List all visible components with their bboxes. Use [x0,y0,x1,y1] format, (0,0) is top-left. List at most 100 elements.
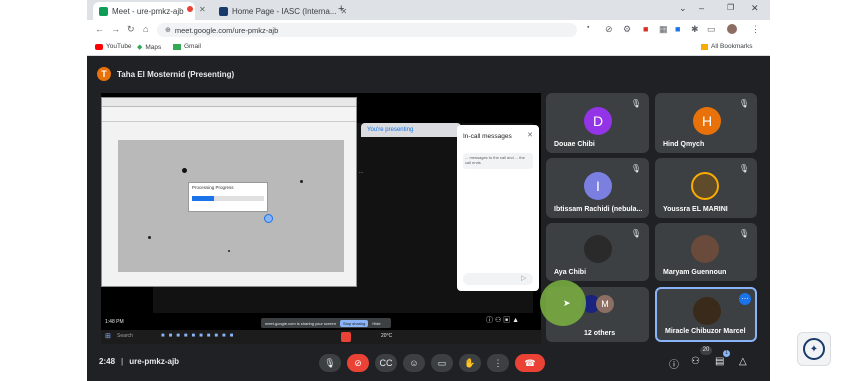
star-dot [300,180,303,183]
meet-favicon [99,6,108,16]
participant-avatar: D [584,107,612,135]
stop-sharing-button[interactable]: Stop sharing [339,319,369,327]
bookmarks-bar: YouTube ◆ Maps Gmail All Bookmarks [87,40,770,56]
participant-name: Ibtissam Rachidi (nebula... [554,206,643,213]
taskbar-weather: 20°C [381,333,393,339]
maps-icon: ◆ [137,44,143,51]
screen-share-view[interactable]: You're presenting ... Processing Progres… [101,93,541,330]
tab-search-icon[interactable]: ⌄ [679,3,687,14]
camera-off-button[interactable]: ⊘ [347,354,369,372]
reactions-button[interactable]: ☺ [403,354,425,372]
participant-tile[interactable]: 🎙 Maryam Guennoun [655,223,757,281]
side-panel-icon[interactable]: ▭ [707,24,716,35]
shared-taskbar: ⊞ Search ■■■■■■■■■■ 20°C [101,330,541,344]
reload-icon[interactable]: ↻ [127,24,135,35]
recording-dot-icon [187,6,193,12]
shared-text: ... [359,169,364,175]
back-icon[interactable]: ← [95,24,104,34]
others-count-label: 12 others [584,330,616,337]
extension-icon[interactable]: ▦ [659,24,668,35]
menu-kebab-icon[interactable]: ⋮ [751,24,760,35]
hide-notice-button[interactable]: Hide [372,321,380,326]
mic-off-icon: 🎙 [630,229,641,238]
extension-icon[interactable]: ■ [675,24,680,34]
participant-tile[interactable]: 🎙 Youssra EL MARINI [655,158,757,218]
presenter-avatar: T [97,67,111,81]
sharing-notice-text: meet.google.com is sharing your screen [265,320,336,326]
more-options-icon[interactable]: ⋯ [739,293,751,305]
people-icon[interactable]: ⚇ [691,356,700,367]
participant-tile-speaking[interactable]: ⋯ Miracle Chibuzor Marcel [655,287,757,342]
mic-off-icon: 🎙 [630,99,641,108]
call-controls: 🎙 ⊘ CC ☺ ▭ ✋ ⋮ ☎ [319,354,545,372]
all-bookmarks[interactable]: All Bookmarks [701,43,753,50]
participant-tile[interactable]: D 🎙 Douae Chibi [546,93,649,153]
bookmark-maps[interactable]: ◆ Maps [137,43,162,52]
bookmark-label: YouTube [106,43,132,50]
send-icon[interactable]: ▷ [521,274,526,282]
bookmark-label: Maps [145,43,162,51]
address-bar[interactable]: ⊕ meet.google.com/ure-pmkz-ajb [157,23,577,37]
more-options-button[interactable]: ⋮ [487,354,509,372]
participant-name: Hind Qmych [663,141,705,148]
participant-avatar: H [693,107,721,135]
url-text: meet.google.com/ure-pmkz-ajb [174,25,279,35]
forward-icon[interactable]: → [111,24,120,34]
image-editor-window: Processing Progress [101,97,357,287]
window-toolbar [102,107,356,122]
leave-call-button[interactable]: ☎ [515,354,545,372]
participant-name: Miracle Chibuzor Marcel [665,328,746,335]
participant-name: Youssra EL MARINI [663,206,728,213]
africa-seal-icon: ✦ [803,338,825,360]
shared-clock: 1:48 PM [105,319,124,325]
browser-window: Meet - ure-pmkz-ajb ✕ Home Page - IASC (… [87,0,770,381]
meeting-info: 2:48 | ure-pmkz-ajb [99,357,180,366]
site-info-icon[interactable]: ⊕ [165,26,171,34]
present-button[interactable]: ▭ [431,354,453,372]
home-icon[interactable]: ⌂ [143,24,148,34]
participant-avatar: I [584,172,612,200]
taskbar-search: Search [117,333,133,339]
iasc-favicon [219,6,228,16]
maximize-icon[interactable]: ❐ [727,3,734,12]
close-window-icon[interactable]: ✕ [751,3,759,14]
tab-bar: Meet - ure-pmkz-ajb ✕ Home Page - IASC (… [87,0,770,20]
participant-photo [693,297,721,325]
participant-tile[interactable]: I 🎙 Ibtissam Rachidi (nebula... [546,158,649,218]
activities-icon[interactable]: △ [739,356,747,367]
bookmark-youtube[interactable]: YouTube [95,43,132,50]
chat-panel-title: In-call messages [463,133,512,140]
all-bookmarks-label: All Bookmarks [711,43,753,50]
chat-icon[interactable]: ▤ [715,356,724,367]
participant-tile[interactable]: H 🎙 Hind Qmych [655,93,757,153]
settings-icon[interactable]: ⚙ [623,24,631,35]
organization-logo: ✦ [797,332,831,366]
participant-name: Aya Chibi [554,269,587,276]
tab-iasc[interactable]: Home Page - IASC (Interna... ✕ [213,2,347,20]
bookmark-gmail[interactable]: Gmail [173,43,201,50]
participant-photo [584,235,612,263]
bookmark-label: Gmail [184,43,201,50]
profile-avatar[interactable] [727,24,737,34]
raise-hand-button[interactable]: ✋ [459,354,481,372]
tab-meet[interactable]: Meet - ure-pmkz-ajb [93,2,195,20]
participant-name: Maryam Guennoun [663,269,727,276]
mouse-pointer-icon: ➤ [563,298,571,308]
extension-icon[interactable]: ■ [643,24,648,34]
chat-badge: 1 [723,350,730,357]
captions-button[interactable]: CC [375,354,397,372]
close-panel-icon[interactable]: ✕ [527,131,533,139]
close-tab-icon[interactable]: ✕ [199,5,206,14]
participant-tile[interactable]: 🎙 Aya Chibi [546,223,649,281]
new-tab-button[interactable]: + [338,3,344,15]
cursor-marker [264,214,273,223]
meeting-details-icon[interactable]: ⓘ [669,356,679,371]
windows-start-icon: ⊞ [105,333,111,340]
microphone-button[interactable]: 🎙 [319,354,341,372]
taskbar-app-icons: ■■■■■■■■■■ [161,333,238,339]
camera-in-use-icon[interactable]: ▪ [587,24,589,31]
zoom-icon[interactable]: ⊘ [605,24,613,35]
progress-fill [192,196,214,201]
minimize-icon[interactable]: – [699,3,704,13]
extensions-puzzle-icon[interactable]: ✱ [691,24,699,35]
